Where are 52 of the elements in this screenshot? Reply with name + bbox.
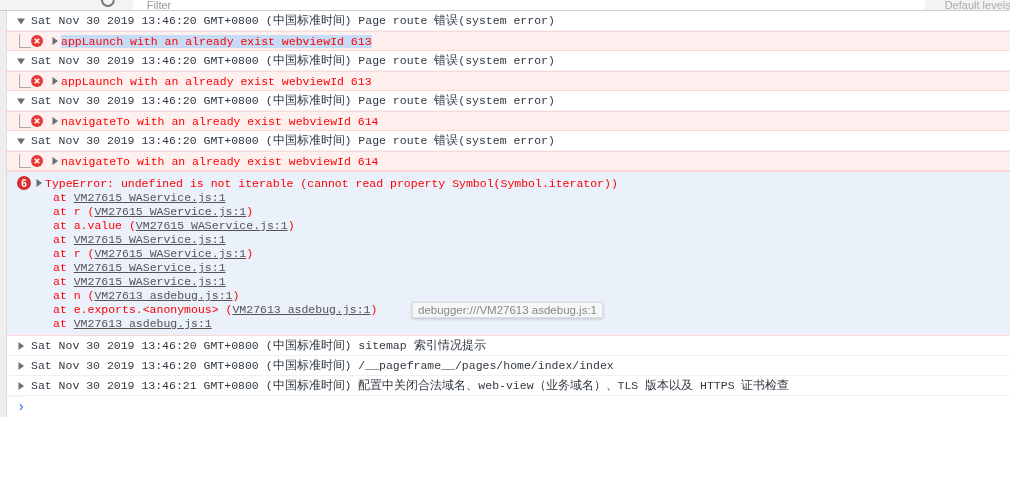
source-link[interactable]: VM27615 WAService.js:1 [94, 205, 247, 218]
log-message: Sat Nov 30 2019 13:46:20 GMT+0800 (中国标准时间) /__pageframe__/pages/home/index/index [31, 358, 614, 373]
clear-icon[interactable] [100, 0, 116, 10]
error-icon [31, 75, 43, 87]
log-message: Sat Nov 30 2019 13:46:21 GMT+0800 (中国标准时间) 配置中关闭合法域名、web-view（业务域名）、TLS 版本以及 HTTPS 证书检查 [31, 378, 790, 393]
error-message: appLaunch with an already exist webviewId 613 [61, 74, 372, 88]
collapsed-triangle-icon[interactable] [17, 341, 25, 350]
error-icon [31, 155, 43, 167]
stack-frame: at r (VM27615 WAService.js:1) [17, 247, 254, 261]
collapsed-triangle-icon[interactable] [17, 361, 25, 370]
error-count-badge: 6 [17, 176, 31, 190]
log-message: Sat Nov 30 2019 13:46:20 GMT+0800 (中国标准时间) sitemap 索引情况提示 [31, 338, 486, 353]
error-message: appLaunch with an already exist webviewId 613 [61, 34, 372, 48]
console-prompt[interactable]: › [7, 396, 26, 417]
log-message: Sat Nov 30 2019 13:46:20 GMT+0800 (中国标准时间) Page route 错误(system error) [31, 93, 555, 108]
collapsed-triangle-icon[interactable] [51, 117, 59, 125]
expanded-triangle-icon[interactable] [17, 56, 25, 65]
source-link[interactable]: VM27615 WAService.js:1 [73, 191, 226, 204]
log-message: Sat Nov 30 2019 13:46:20 GMT+0800 (中国标准时间) Page route 错误(system error) [31, 13, 555, 28]
stack-frame: at VM27615 WAService.js:1 [17, 275, 226, 289]
expanded-triangle-icon[interactable] [17, 16, 25, 25]
log-message: Sat Nov 30 2019 13:46:20 GMT+0800 (中国标准时间) Page route 错误(system error) [31, 53, 555, 68]
collapsed-triangle-icon[interactable] [35, 179, 43, 187]
stack-frame: at e.exports.<anonymous> (VM27613 asdebug.js:1) [17, 303, 378, 317]
error-icon [31, 115, 43, 127]
source-link[interactable]: VM27613 asdebug.js:1 [232, 303, 371, 316]
error-message: navigateTo with an already exist webviewId 614 [61, 154, 379, 168]
collapsed-triangle-icon[interactable] [51, 157, 59, 165]
error-message: navigateTo with an already exist webviewId 614 [61, 114, 379, 128]
collapsed-triangle-icon[interactable] [51, 37, 59, 45]
stack-frame: at r (VM27615 WAService.js:1) [17, 205, 254, 219]
collapsed-triangle-icon[interactable] [17, 381, 25, 390]
source-link[interactable]: VM27615 WAService.js:1 [73, 261, 226, 274]
log-message: Sat Nov 30 2019 13:46:20 GMT+0800 (中国标准时间) Page route 错误(system error) [31, 133, 555, 148]
source-link[interactable]: VM27613 asdebug.js:1 [73, 317, 212, 330]
source-link[interactable]: VM27615 WAService.js:1 [135, 219, 288, 232]
source-link[interactable]: VM27615 WAService.js:1 [94, 247, 247, 260]
expanded-triangle-icon[interactable] [17, 136, 25, 145]
error-message: TypeError: undefined is not iterable (cannot read property Symbol(Symbol.iterator)) [45, 176, 618, 190]
expanded-triangle-icon[interactable] [17, 96, 25, 105]
error-icon [31, 35, 43, 47]
tooltip: debugger:///VM27613 asdebug.js:1 [412, 302, 604, 318]
stack-frame: at VM27615 WAService.js:1 [17, 261, 226, 275]
stack-frame: at VM27613 asdebug.js:1 [17, 317, 212, 331]
stack-frame: at VM27615 WAService.js:1 [17, 233, 226, 247]
collapsed-triangle-icon[interactable] [51, 77, 59, 85]
source-link[interactable]: VM27615 WAService.js:1 [73, 275, 226, 288]
stack-frame: at VM27615 WAService.js:1 [17, 191, 226, 205]
stack-frame: at n (VM27613 asdebug.js:1) [17, 289, 240, 303]
source-link[interactable]: VM27615 WAService.js:1 [73, 233, 226, 246]
stack-frame: at a.value (VM27615 WAService.js:1) [17, 219, 295, 233]
source-link[interactable]: VM27613 asdebug.js:1 [94, 289, 233, 302]
